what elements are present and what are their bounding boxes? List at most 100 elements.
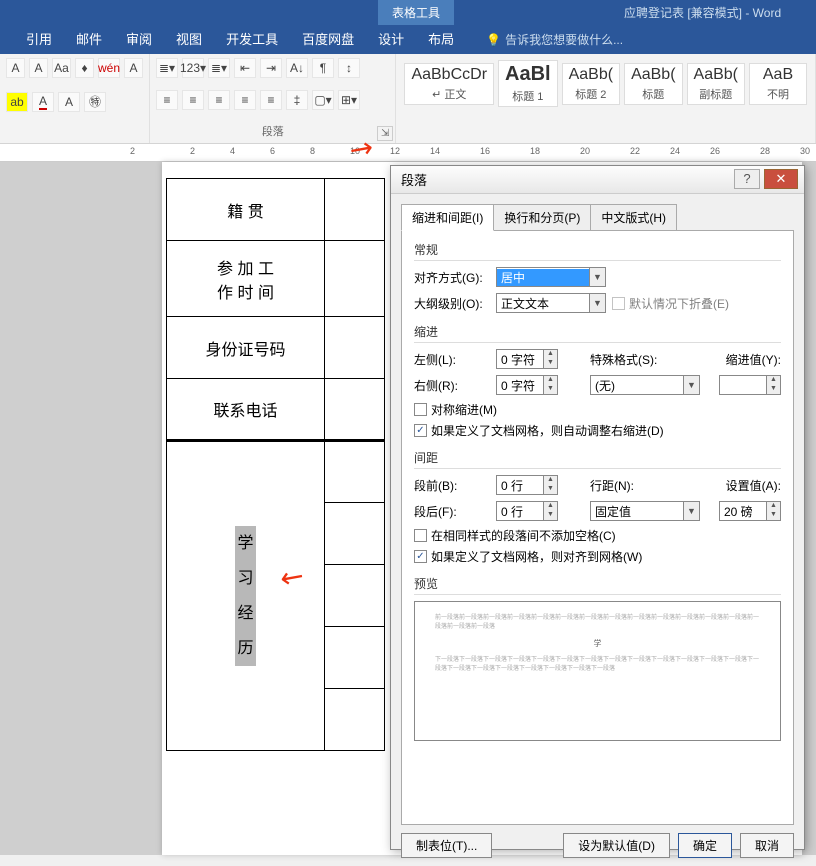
form-table[interactable]: 籍 贯 参 加 工作 时 间 身份证号码 联系电话 学 习 经 历 — [166, 178, 385, 751]
ok-button[interactable]: 确定 — [678, 833, 732, 858]
at-spinner[interactable]: 20 磅▲▼ — [719, 501, 781, 521]
section-spacing: 间距 — [414, 449, 781, 469]
set-default-button[interactable]: 设为默认值(D) — [563, 833, 670, 858]
linespace-select[interactable]: 固定值▼ — [590, 501, 700, 521]
tab-line-page-breaks[interactable]: 换行和分页(P) — [493, 204, 591, 231]
shading-icon[interactable]: ▢▾ — [312, 90, 334, 110]
indent-inc-icon[interactable]: ⇥ — [260, 58, 282, 78]
bullets-icon[interactable]: ≣▾ — [156, 58, 178, 78]
dialog-titlebar[interactable]: 段落 ? ✕ — [391, 166, 804, 194]
grid-align-checkbox[interactable]: ✓如果定义了文档网格，则对齐到网格(W) — [414, 548, 781, 565]
collapse-checkbox: 默认情况下折叠(E) — [612, 295, 729, 312]
special-select[interactable]: (无)▼ — [590, 375, 700, 395]
cell-worktime[interactable]: 参 加 工作 时 间 — [167, 241, 325, 317]
tab-indent-spacing[interactable]: 缩进和间距(I) — [401, 204, 494, 231]
ruler-mark: 24 — [670, 146, 680, 156]
sel-char: 历 — [235, 631, 255, 666]
tab-layout[interactable]: 布局 — [416, 23, 466, 54]
borders-icon[interactable]: ⊞▾ — [338, 90, 360, 110]
style-other[interactable]: AaB不明 — [749, 63, 807, 105]
tab-asian-typography[interactable]: 中文版式(H) — [590, 204, 677, 231]
indent-dec-icon[interactable]: ⇤ — [234, 58, 256, 78]
section-preview: 预览 — [414, 575, 781, 595]
multilevel-icon[interactable]: ≣▾ — [208, 58, 230, 78]
space-after-label: 段后(F): — [414, 503, 490, 520]
tab-view[interactable]: 视图 — [164, 23, 214, 54]
align-left-icon[interactable]: ≡ — [156, 90, 178, 110]
font-group-label — [6, 125, 143, 139]
cell-phone[interactable]: 联系电话 — [167, 379, 325, 441]
right-indent-spinner[interactable]: 0 字符▲▼ — [496, 375, 558, 395]
outline-label: 大纲级别(O): — [414, 295, 490, 312]
style-h1[interactable]: AaBl标题 1 — [498, 60, 558, 107]
ltr-icon[interactable]: ↕ — [338, 58, 360, 78]
ruler-mark: 12 — [390, 146, 400, 156]
dialog-title: 段落 — [401, 170, 427, 189]
showmarks-icon[interactable]: ¶ — [312, 58, 334, 78]
mirror-indent-checkbox[interactable]: 对称缩进(M) — [414, 401, 781, 418]
phonetic-icon[interactable]: wén — [98, 58, 120, 78]
tab-design[interactable]: 设计 — [366, 23, 416, 54]
cell-education[interactable]: 学 习 经 历 — [167, 441, 325, 751]
ruler-mark: 14 — [430, 146, 440, 156]
align-right-icon[interactable]: ≡ — [208, 90, 230, 110]
preview-box: 前一段落前一段落前一段落前一段落前一段落前一段落前一段落前一段落前一段落前一段落… — [414, 601, 781, 741]
tab-baidu[interactable]: 百度网盘 — [290, 23, 366, 54]
style-gallery[interactable]: AaBbCcDr↵ 正文 AaBl标题 1 AaBb(标题 2 AaBb(标题 … — [402, 58, 809, 109]
font-color-icon[interactable]: A — [32, 92, 54, 112]
sort-icon[interactable]: A↓ — [286, 58, 308, 78]
align-select[interactable]: 居中▼ — [496, 267, 606, 287]
style-subtitle[interactable]: AaBb(副标题 — [687, 63, 745, 105]
font-shrink-icon[interactable]: A — [29, 58, 48, 78]
clear-format-icon[interactable]: ♦ — [75, 58, 94, 78]
linespace-label: 行距(N): — [590, 477, 666, 494]
left-indent-spinner[interactable]: 0 字符▲▼ — [496, 349, 558, 369]
space-after-spinner[interactable]: 0 行▲▼ — [496, 501, 558, 521]
align-dist-icon[interactable]: ≡ — [260, 90, 282, 110]
cancel-button[interactable]: 取消 — [740, 833, 794, 858]
tabs-button[interactable]: 制表位(T)... — [401, 833, 492, 858]
line-spacing-icon[interactable]: ‡ — [286, 90, 308, 110]
outline-select[interactable]: 正文文本▼ — [496, 293, 606, 313]
align-justify-icon[interactable]: ≡ — [234, 90, 256, 110]
change-case-icon[interactable]: Aa — [52, 58, 71, 78]
style-title[interactable]: AaBb(标题 — [624, 63, 682, 105]
cell-idnumber[interactable]: 身份证号码 — [167, 317, 325, 379]
left-indent-label: 左侧(L): — [414, 351, 490, 368]
close-icon[interactable]: ✕ — [764, 169, 798, 189]
tab-devtools[interactable]: 开发工具 — [214, 23, 290, 54]
font-grow-icon[interactable]: A — [6, 58, 25, 78]
ruler-mark: 18 — [530, 146, 540, 156]
ruler-mark: 16 — [480, 146, 490, 156]
chevron-down-icon: ▼ — [589, 268, 605, 286]
title-bar: 表格工具 应聘登记表 [兼容模式] - Word — [0, 0, 816, 24]
chevron-down-icon: ▼ — [683, 502, 699, 520]
tell-me-search[interactable]: 💡 告诉我您想要做什么... — [486, 31, 623, 54]
grid-indent-checkbox[interactable]: ✓如果定义了文档网格，则自动调整右缩进(D) — [414, 422, 781, 439]
horizontal-ruler[interactable]: 2 2 4 6 8 10 12 14 16 18 20 22 24 26 28 … — [0, 144, 816, 162]
align-center-icon[interactable]: ≡ — [182, 90, 204, 110]
tab-review[interactable]: 审阅 — [114, 23, 164, 54]
ruler-mark: 6 — [270, 146, 275, 156]
indent-by-spinner[interactable]: ▲▼ — [719, 375, 781, 395]
paragraph-dialog-launcher-icon[interactable]: ⇲ — [377, 126, 393, 141]
indent-by-label: 缩进值(Y): — [726, 351, 781, 368]
tab-references[interactable]: 引用 — [14, 23, 64, 54]
highlight-icon[interactable]: ab — [6, 92, 28, 112]
help-icon[interactable]: ? — [734, 169, 760, 189]
numbering-icon[interactable]: 123▾ — [182, 58, 204, 78]
style-normal[interactable]: AaBbCcDr↵ 正文 — [404, 63, 494, 105]
ruler-mark: 30 — [800, 146, 810, 156]
space-before-label: 段前(B): — [414, 477, 490, 494]
ruler-mark: 4 — [230, 146, 235, 156]
tab-mail[interactable]: 邮件 — [64, 23, 114, 54]
sel-char: 学 — [235, 526, 255, 561]
style-h2[interactable]: AaBb(标题 2 — [562, 63, 620, 105]
ruler-mark: 10 — [350, 146, 360, 156]
char-shading-icon[interactable]: A — [58, 92, 80, 112]
char-border-icon[interactable]: A — [124, 58, 143, 78]
same-style-checkbox[interactable]: 在相同样式的段落间不添加空格(C) — [414, 527, 781, 544]
space-before-spinner[interactable]: 0 行▲▼ — [496, 475, 558, 495]
cell-jiguan[interactable]: 籍 贯 — [167, 179, 325, 241]
enclose-char-icon[interactable]: ㊕ — [84, 92, 106, 112]
